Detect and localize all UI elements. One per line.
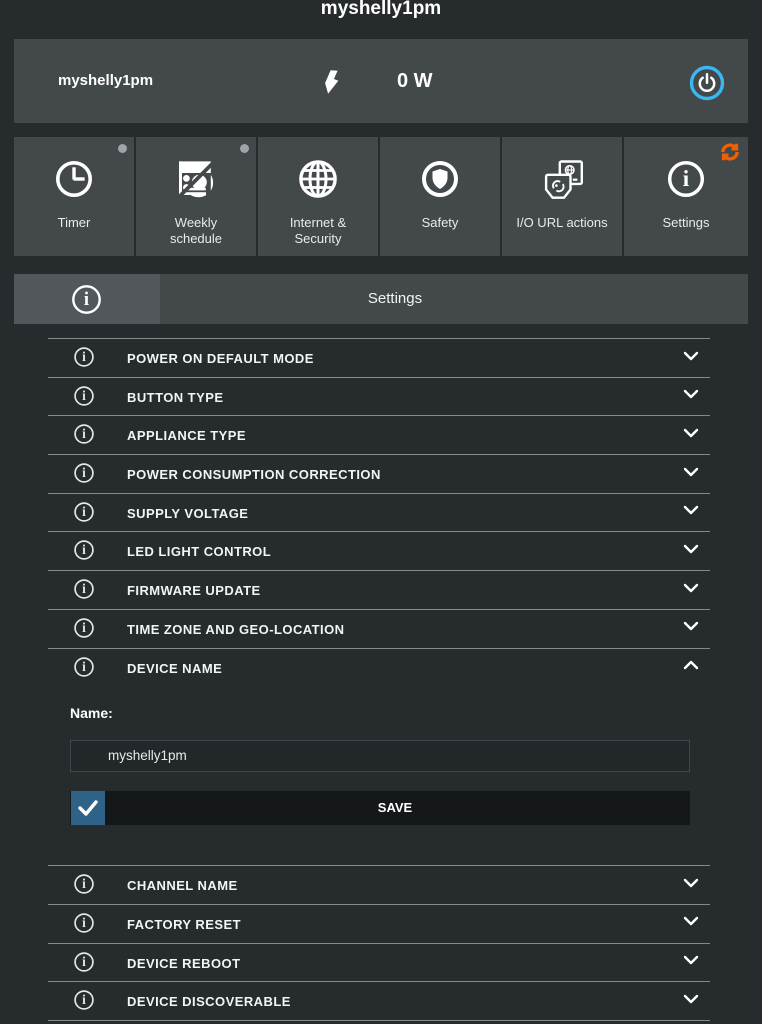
svg-text:i: i — [82, 915, 86, 930]
svg-text:i: i — [82, 620, 86, 635]
svg-text:i: i — [82, 992, 86, 1007]
svg-text:i: i — [82, 465, 86, 480]
svg-text:i: i — [82, 876, 86, 891]
svg-text:i: i — [84, 290, 89, 310]
svg-text:i: i — [82, 659, 86, 674]
svg-text:i: i — [82, 349, 86, 364]
svg-text:i: i — [82, 388, 86, 403]
svg-text:i: i — [683, 166, 690, 191]
svg-text:i: i — [82, 542, 86, 557]
svg-text:i: i — [82, 426, 86, 441]
svg-text:i: i — [82, 954, 86, 969]
svg-text:i: i — [82, 504, 86, 519]
svg-text:i: i — [82, 581, 86, 596]
